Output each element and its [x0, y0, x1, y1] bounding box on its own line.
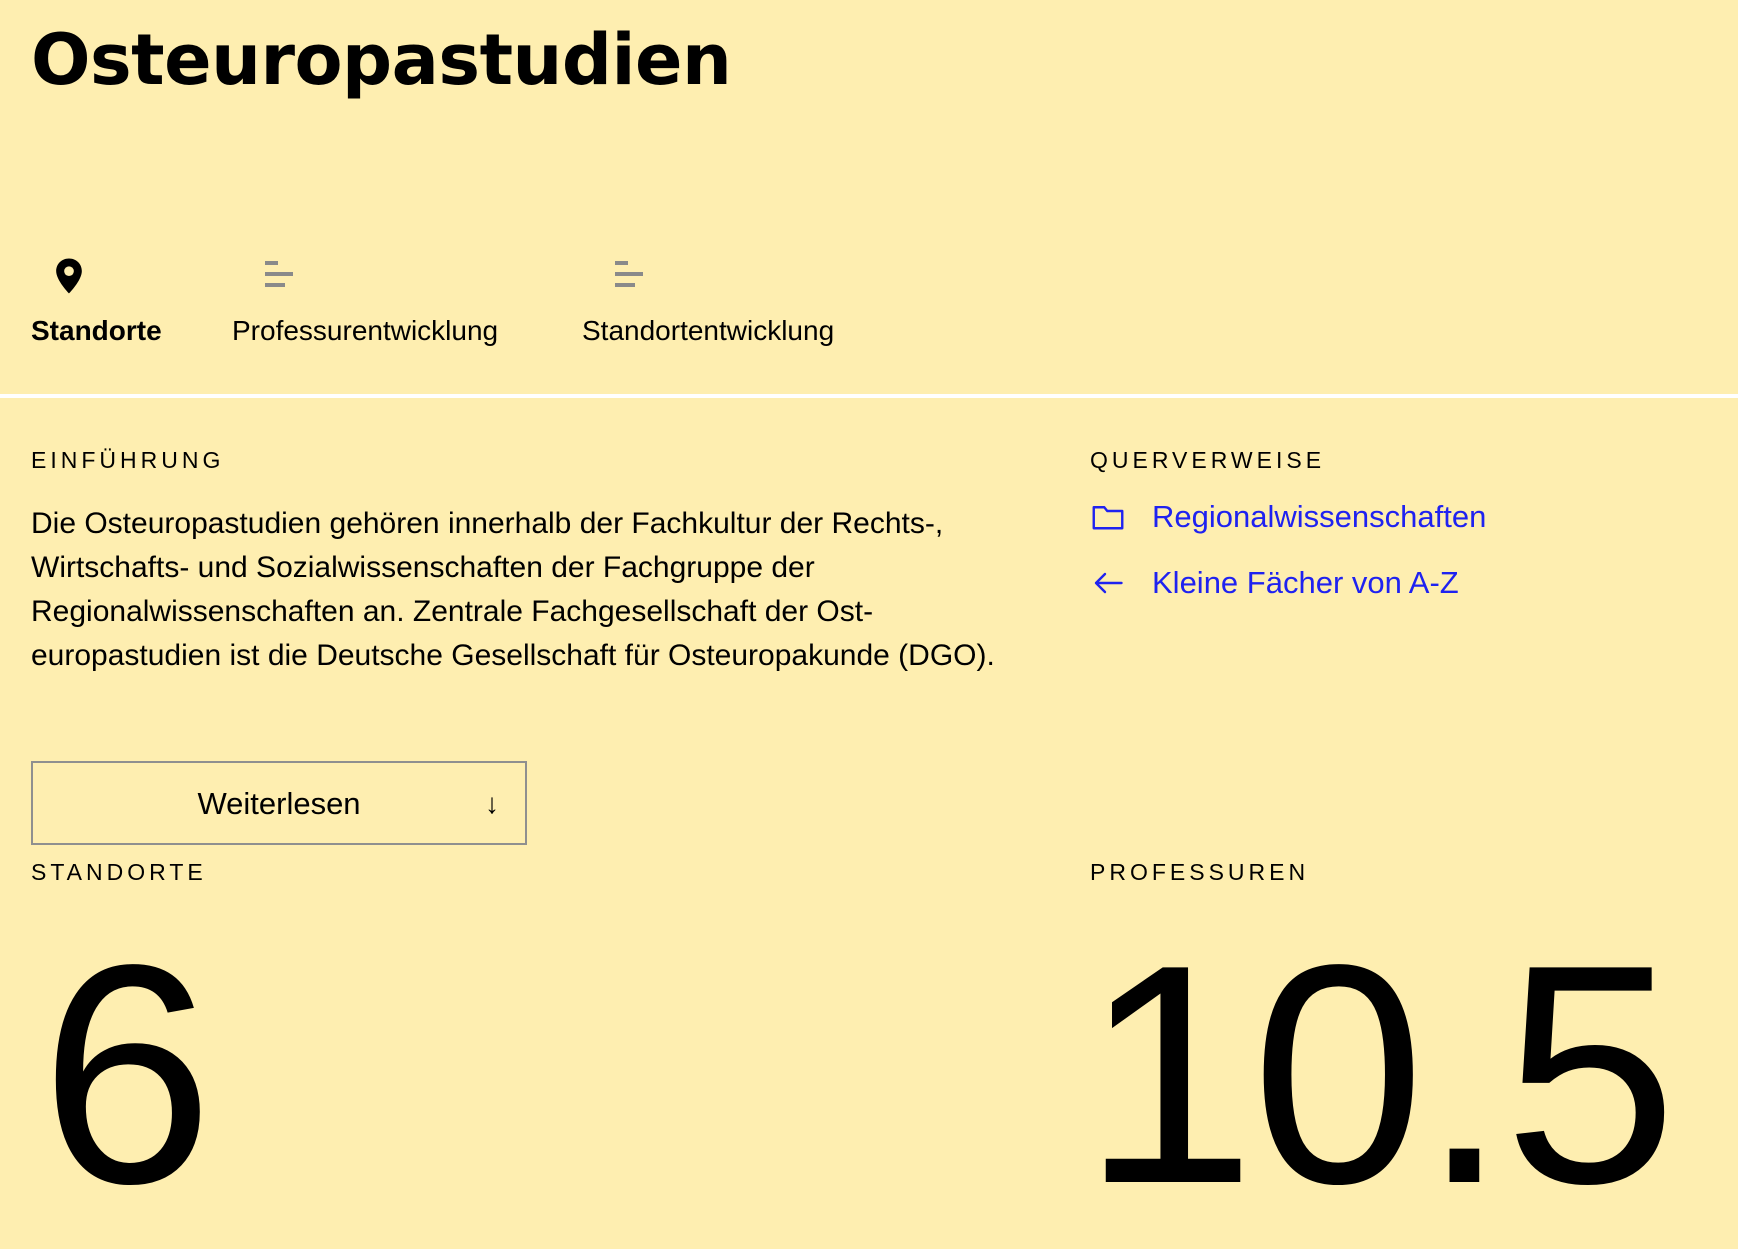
- link-regionalwissenschaften[interactable]: Regionalwissenschaften: [1090, 495, 1550, 545]
- intro-heading: EINFÜHRUNG: [31, 447, 225, 473]
- tab-label-standortentwicklung: Standortentwicklung: [582, 315, 835, 346]
- tab-standorte[interactable]: Standorte: [31, 250, 181, 362]
- stat-standorte-value: 6: [40, 901, 214, 1249]
- link-label-regionalwissenschaften: Regionalwissenschaften: [1152, 499, 1487, 534]
- folder-icon: [1092, 506, 1124, 530]
- page-title: Osteuropastudien: [31, 19, 732, 101]
- tab-label-standorte: Standorte: [31, 315, 162, 346]
- bar-chart-icon: [265, 261, 293, 287]
- intro-text: Die Osteuropastudien gehören innerhalb d…: [31, 507, 995, 672]
- arrow-down-icon: ↓: [485, 788, 499, 819]
- read-more-label: Weiterlesen: [197, 786, 361, 821]
- map-pin-icon: [56, 258, 82, 294]
- stat-professuren-value: 10.5: [1082, 901, 1677, 1249]
- tab-professurentwicklung[interactable]: Professurentwicklung: [232, 250, 532, 362]
- link-label-kleine-faecher: Kleine Fächer von A-Z: [1152, 565, 1459, 600]
- section-divider: [0, 394, 1738, 398]
- stat-professuren-label: PROFESSUREN: [1090, 859, 1310, 885]
- arrow-left-icon: [1094, 572, 1123, 594]
- tab-label-professurentwicklung: Professurentwicklung: [232, 315, 499, 346]
- stat-standorte-label: STANDORTE: [31, 859, 207, 885]
- tab-standortentwicklung[interactable]: Standortentwicklung: [582, 250, 862, 362]
- link-kleine-faecher[interactable]: Kleine Fächer von A-Z: [1090, 561, 1510, 611]
- cross-references-heading: QUERVERWEISE: [1090, 447, 1326, 473]
- read-more-button[interactable]: Weiterlesen ↓: [31, 761, 527, 845]
- view-tabs: Standorte Professurentwicklung Standorte…: [0, 250, 1738, 362]
- bar-chart-icon: [615, 261, 643, 287]
